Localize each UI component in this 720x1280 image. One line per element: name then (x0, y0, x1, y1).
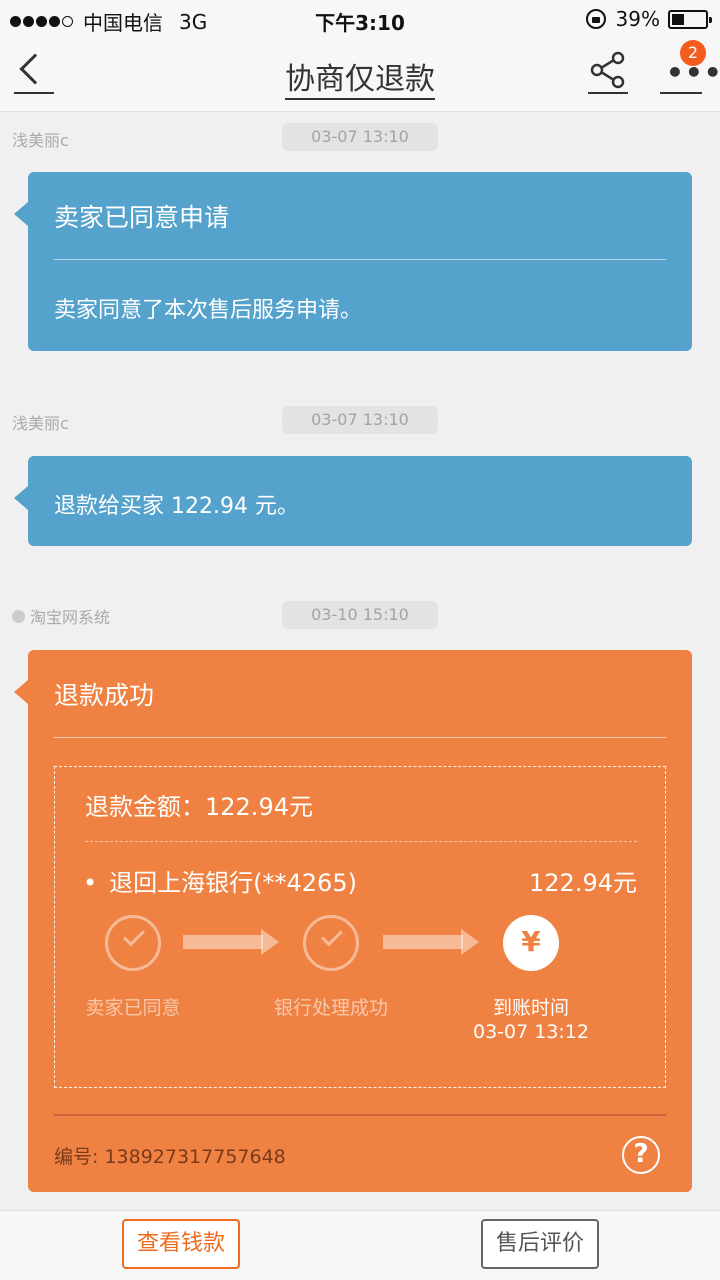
refund-amount-value: 122.94元 (205, 793, 313, 821)
battery-icon (668, 9, 712, 29)
step-label-bank-processed: 银行处理成功 (273, 997, 388, 1019)
step-label-arrival-time: 到账时间 (492, 997, 569, 1019)
view-money-button[interactable]: 查看钱款 (122, 1219, 240, 1269)
help-icon[interactable]: ? (622, 1136, 660, 1174)
system-avatar-icon (12, 609, 25, 623)
message-timestamp: 03-07 13:10 (282, 123, 438, 151)
refund-success-card: 退款成功 退款金额：122.94元 • 退回上海银行(**4265) 122.94… (14, 650, 692, 1192)
share-icon (590, 51, 625, 89)
notification-badge: 2 (680, 40, 706, 66)
share-button[interactable] (588, 50, 628, 94)
message-timestamp: 03-10 15:10 (282, 601, 438, 629)
yen-icon: ¥ (503, 915, 559, 971)
card-divider (54, 259, 666, 260)
card-body: 卖家同意了本次售后服务申请。 (54, 298, 363, 323)
orientation-lock-icon (585, 9, 606, 29)
card-title: 退款成功 (54, 681, 155, 710)
refund-detail-box: 退款金额：122.94元 • 退回上海银行(**4265) 122.94元 ¥ 卖… (54, 766, 666, 1088)
step-label-seller-agreed: 卖家已同意 (85, 997, 181, 1019)
arrow-right-icon (383, 929, 479, 955)
after-sales-review-button[interactable]: 售后评价 (481, 1219, 599, 1269)
sender-name: 淘宝网系统 (30, 608, 111, 627)
seller-agreed-card: 卖家已同意申请 卖家同意了本次售后服务申请。 (14, 172, 692, 351)
message-timestamp: 03-07 13:10 (282, 406, 438, 434)
refund-serial-number: 编号: 138927317757648 (54, 1146, 286, 1168)
message-sender: 淘宝网系统 (12, 604, 110, 628)
arrow-right-icon (183, 929, 279, 955)
battery-percent: 39% (615, 7, 660, 31)
bank-label: 退回上海银行(**4265) (109, 869, 357, 897)
bank-amount: 122.94元 (529, 869, 637, 897)
card-footer-divider (54, 1114, 666, 1116)
more-icon: ••• (666, 56, 720, 89)
card-divider (54, 737, 666, 738)
bank-refund-row: • 退回上海银行(**4265) 122.94元 (83, 863, 637, 898)
nav-bar: 协商仅退款 ••• (0, 38, 720, 112)
check-icon (105, 915, 161, 971)
arrival-timestamp: 03-07 13:12 (472, 1021, 589, 1043)
refund-to-buyer-card: 退款给买家 122.94 元。 (14, 456, 692, 546)
dashed-divider (85, 841, 637, 842)
card-title: 卖家已同意申请 (54, 203, 230, 232)
bullet-icon: • (83, 869, 98, 897)
message-sender: 浅美丽c (12, 414, 69, 433)
card-body: 退款给买家 122.94 元。 (54, 494, 299, 519)
bottom-action-bar: 查看钱款 售后评价 (0, 1210, 720, 1280)
status-bar: 中国电信 3G 下午3:10 39% (0, 0, 720, 38)
message-sender: 浅美丽c (12, 131, 69, 150)
refund-amount: 退款金额：122.94元 (85, 787, 313, 822)
check-icon (303, 915, 359, 971)
refund-amount-label: 退款金额： (85, 793, 205, 821)
